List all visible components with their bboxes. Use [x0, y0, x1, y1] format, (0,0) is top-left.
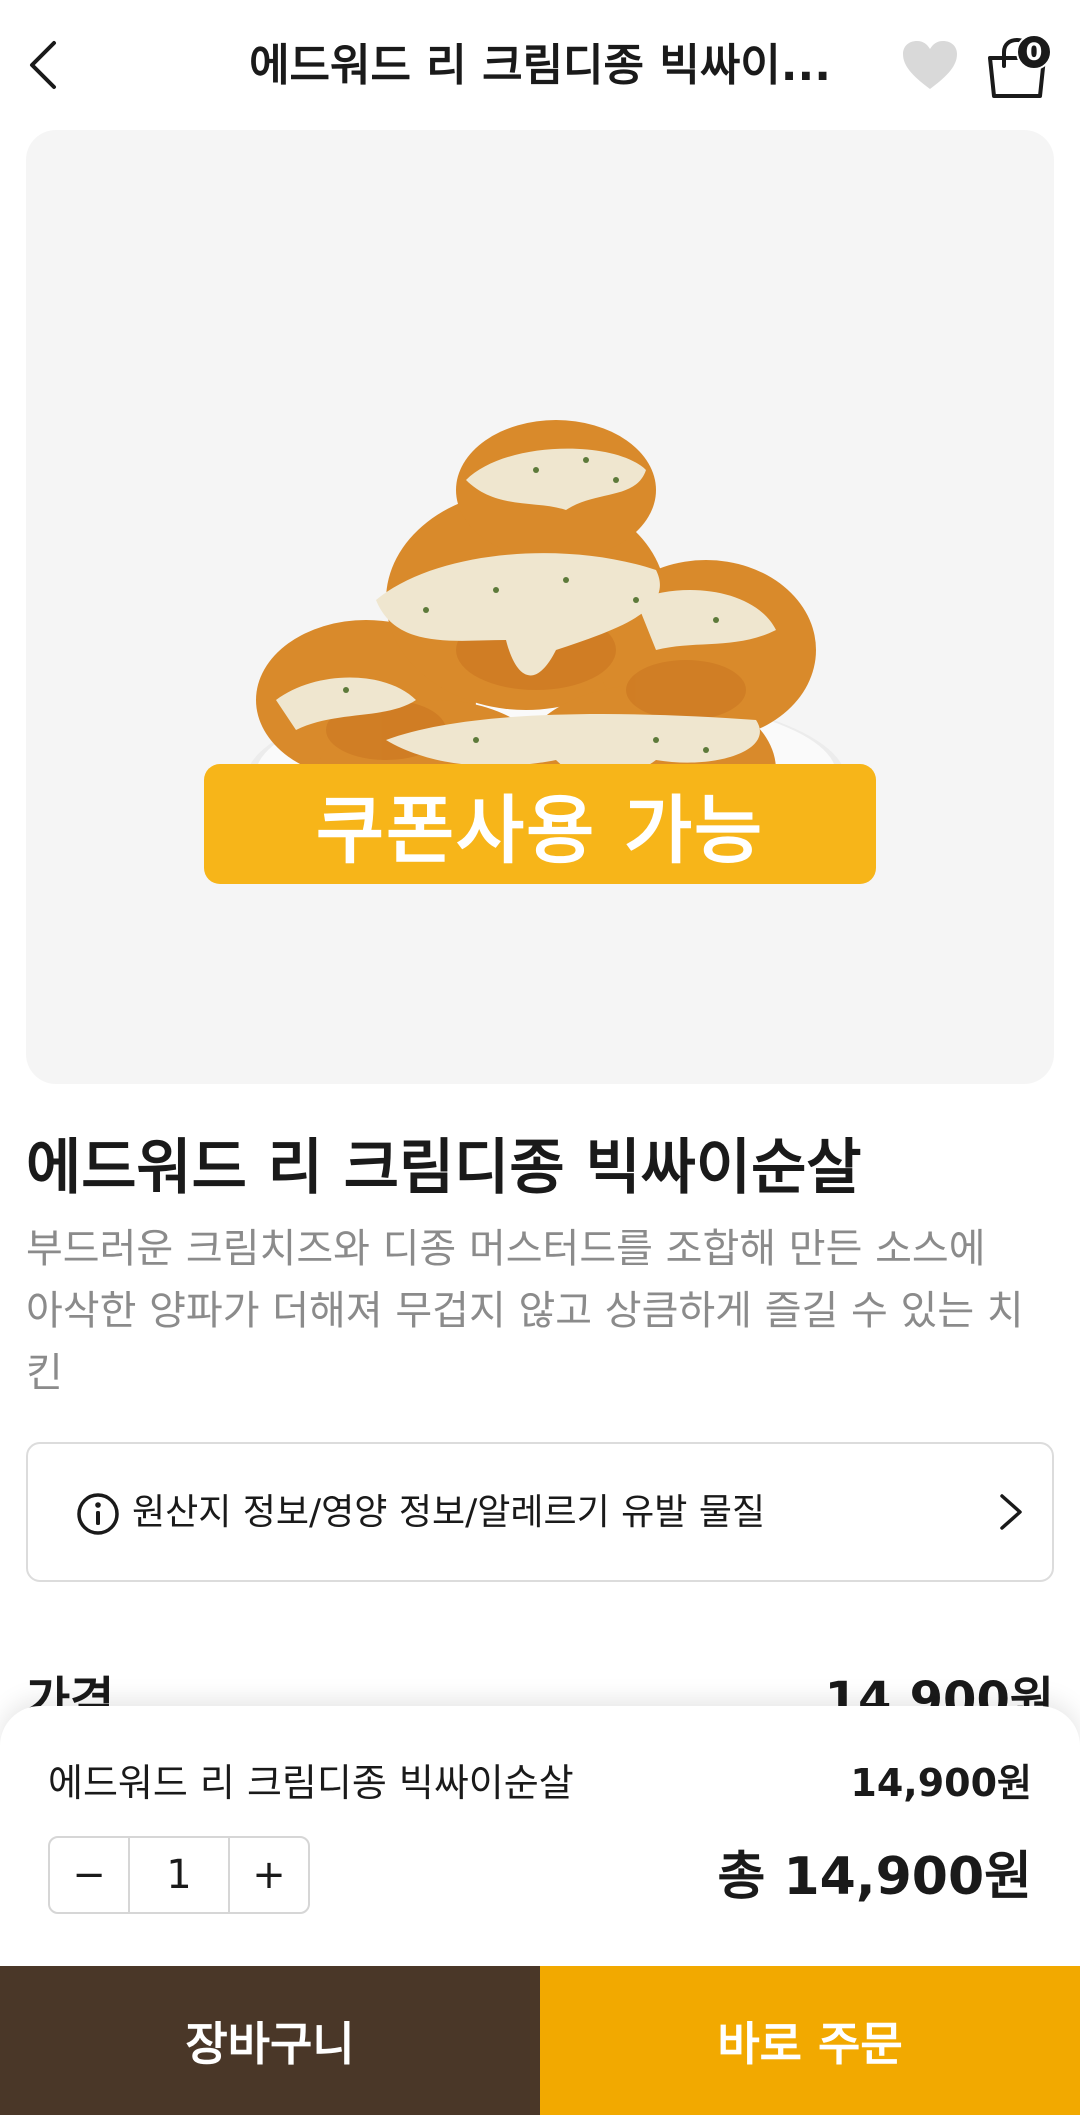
back-button[interactable] [18, 30, 68, 100]
product-info-link[interactable]: 원산지 정보/영양 정보/알레르기 유발 물질 [26, 1442, 1054, 1582]
page-title: 에드워드 리 크림디종 빅싸이... [249, 40, 831, 91]
chevron-right-icon [1000, 1494, 1022, 1530]
increase-quantity-button[interactable]: + [228, 1838, 308, 1912]
cart-button[interactable]: 0 [978, 30, 1058, 100]
product-info-label: 원산지 정보/영양 정보/알레르기 유발 물질 [132, 1492, 766, 1533]
selected-item-price: 14,900원 [850, 1761, 1032, 1805]
cart-count-badge: 0 [1016, 34, 1052, 70]
chevron-left-icon [30, 41, 56, 89]
quantity-stepper: − 1 + [48, 1836, 310, 1914]
product-image: 쿠폰사용 가능 [26, 130, 1054, 1084]
order-now-button[interactable]: 바로 주문 [540, 1966, 1080, 2115]
product-description: 부드러운 크림치즈와 디종 머스터드를 조합해 만든 소스에 아삭한 양파가 더… [26, 1226, 1024, 1396]
coupon-available-banner: 쿠폰사용 가능 [204, 764, 876, 884]
like-button[interactable] [895, 32, 965, 98]
bottom-action-bar: 장바구니 바로 주문 [0, 1966, 1080, 2115]
heart-icon [903, 41, 957, 89]
top-app-bar: 에드워드 리 크림디종 빅싸이... 0 [0, 0, 1080, 130]
quantity-value: 1 [166, 1852, 192, 1898]
order-summary-sheet: 에드워드 리 크림디종 빅싸이순살 14,900원 − 1 + 총 14,900… [0, 1706, 1080, 1966]
total-price: 총 14,900원 [717, 1847, 1032, 1907]
info-icon [77, 1493, 119, 1535]
decrease-quantity-button[interactable]: − [50, 1838, 130, 1912]
selected-item-name: 에드워드 리 크림디종 빅싸이순살 [48, 1761, 574, 1805]
product-name: 에드워드 리 크림디종 빅싸이순살 [26, 1133, 862, 1203]
add-to-cart-button[interactable]: 장바구니 [0, 1966, 540, 2115]
